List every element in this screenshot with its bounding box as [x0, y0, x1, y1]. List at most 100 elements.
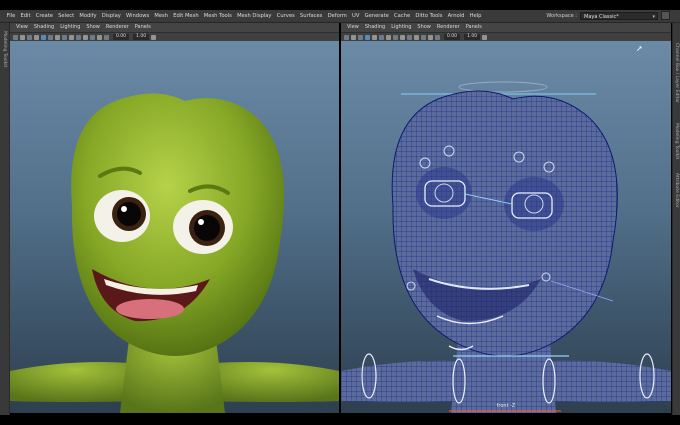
menu-cache[interactable]: Cache [391, 10, 412, 22]
textured-icon[interactable] [379, 34, 384, 40]
xray-icon[interactable] [400, 34, 405, 40]
menu-arnold[interactable]: Arnold [445, 10, 467, 22]
left-eye [94, 190, 150, 242]
menu-modify[interactable]: Modify [77, 10, 99, 22]
field-chart-icon[interactable] [104, 34, 109, 40]
gate-mask-icon[interactable] [90, 34, 95, 40]
panel-menu-panels[interactable]: Panels [132, 23, 154, 32]
exposure-field[interactable]: 0.00 [444, 34, 461, 40]
isolate-icon[interactable] [407, 34, 412, 40]
lights-icon[interactable] [386, 34, 391, 40]
safe-action-icon[interactable] [97, 34, 102, 40]
shadows-icon[interactable] [62, 34, 67, 40]
attribute-editor-tab[interactable]: Attribute Editor [674, 173, 679, 208]
color-management-icon[interactable] [151, 34, 157, 40]
menu-items: File Edit Create Select Modify Display Windows… [0, 10, 484, 22]
panel-menu-show[interactable]: Show [414, 23, 434, 32]
panel-menubar-left: View Shading Lighting Show Renderer Panels [10, 23, 339, 33]
menu-ditto-tools[interactable]: Ditto Tools [413, 10, 445, 22]
workspace-selector: Workspace : Maya Classic* ▾ [546, 11, 670, 20]
viewport-panel-left: View Shading Lighting Show Renderer Panels 0.… [10, 23, 339, 413]
panel-menu-panels[interactable]: Panels [463, 23, 485, 32]
mouse-cursor-icon: ➚ [636, 44, 643, 53]
workspace-dropdown[interactable]: Maya Classic* ▾ [580, 11, 658, 20]
panel-menu-view[interactable]: View [13, 23, 31, 32]
shadows-icon[interactable] [393, 34, 398, 40]
color-management-icon[interactable] [482, 34, 488, 40]
bookmark-icon[interactable] [351, 34, 356, 40]
left-arm-wire [341, 360, 469, 402]
smooth-shade-icon[interactable] [372, 34, 377, 40]
bookmark-icon[interactable] [20, 34, 25, 40]
workspace-value: Maya Classic* [584, 13, 619, 20]
menu-mesh-tools[interactable]: Mesh Tools [201, 10, 234, 22]
right-eye [173, 200, 233, 254]
menu-file[interactable]: File [4, 10, 18, 22]
resolution-gate-icon[interactable] [83, 34, 88, 40]
wireframe-icon[interactable] [365, 34, 370, 40]
isolate-icon[interactable] [76, 34, 81, 40]
menu-select[interactable]: Select [56, 10, 77, 22]
safe-action-icon[interactable] [428, 34, 433, 40]
right-arm-shape [205, 362, 339, 402]
camera-label: front -Z [496, 403, 516, 409]
panel-menu-shading[interactable]: Shading [31, 23, 57, 32]
wireframe-character-render [341, 81, 671, 413]
menu-edit-mesh[interactable]: Edit Mesh [171, 10, 202, 22]
workspace-label: Workspace : [546, 12, 577, 19]
right-tab-strip: Channel Box / Layer Editor Modeling Tool… [672, 23, 680, 415]
left-tool-strip: Modeling Toolkit [0, 23, 10, 415]
modeling-toolkit-tab-left[interactable]: Modeling Toolkit [2, 31, 7, 67]
gamma-field[interactable]: 1.00 [464, 34, 481, 40]
halo-control-curve[interactable] [458, 81, 548, 93]
left-arm-shape [10, 362, 140, 402]
panel-menu-view[interactable]: View [344, 23, 362, 32]
right-eye-wire [504, 177, 564, 231]
panel-menu-renderer[interactable]: Renderer [103, 23, 132, 32]
panel-menu-shading[interactable]: Shading [362, 23, 388, 32]
menu-deform[interactable]: Deform [325, 10, 349, 22]
lights-icon[interactable] [55, 34, 60, 40]
panel-menu-renderer[interactable]: Renderer [434, 23, 463, 32]
menu-surfaces[interactable]: Surfaces [297, 10, 325, 22]
grid-icon[interactable] [27, 34, 32, 40]
menu-create[interactable]: Create [33, 10, 55, 22]
menu-windows[interactable]: Windows [123, 10, 151, 22]
chevron-down-icon: ▾ [652, 13, 655, 20]
lock-icon[interactable] [661, 11, 670, 20]
viewport-right[interactable]: front -Z [341, 41, 671, 413]
field-chart-icon[interactable] [435, 34, 440, 40]
maya-window: File Edit Create Select Modify Display Windows… [0, 0, 680, 425]
menu-help[interactable]: Help [467, 10, 484, 22]
exposure-field[interactable]: 0.00 [113, 34, 130, 40]
viewport-panel-right: View Shading Lighting Show Renderer Panels 0.… [341, 23, 671, 413]
menu-mesh[interactable]: Mesh [152, 10, 171, 22]
menu-uv[interactable]: UV [349, 10, 362, 22]
panel-menubar-right: View Shading Lighting Show Renderer Panels [341, 23, 671, 33]
menu-edit[interactable]: Edit [18, 10, 33, 22]
channel-box-tab[interactable]: Channel Box / Layer Editor [674, 43, 679, 103]
menu-curves[interactable]: Curves [274, 10, 297, 22]
menu-mesh-display[interactable]: Mesh Display [234, 10, 274, 22]
resolution-gate-icon[interactable] [414, 34, 419, 40]
menu-display[interactable]: Display [99, 10, 123, 22]
grid-icon[interactable] [358, 34, 363, 40]
panel-menu-lighting[interactable]: Lighting [388, 23, 414, 32]
textured-icon[interactable] [48, 34, 53, 40]
panel-menu-lighting[interactable]: Lighting [57, 23, 83, 32]
camera-icon[interactable] [344, 34, 349, 40]
camera-icon[interactable] [13, 34, 18, 40]
panel-menu-show[interactable]: Show [83, 23, 103, 32]
head-wire [391, 90, 618, 357]
menu-generate[interactable]: Generate [362, 10, 391, 22]
gate-mask-icon[interactable] [421, 34, 426, 40]
smooth-shade-icon[interactable] [41, 34, 46, 40]
main-menubar: File Edit Create Select Modify Display Windows… [0, 10, 680, 23]
viewport-left[interactable] [10, 41, 339, 413]
xray-icon[interactable] [69, 34, 74, 40]
shaded-character-render [10, 93, 339, 413]
wireframe-icon[interactable] [34, 34, 39, 40]
modeling-toolkit-tab[interactable]: Modeling Toolkit [674, 123, 679, 159]
right-arm-wire [539, 360, 671, 402]
gamma-field[interactable]: 1.00 [133, 34, 150, 40]
